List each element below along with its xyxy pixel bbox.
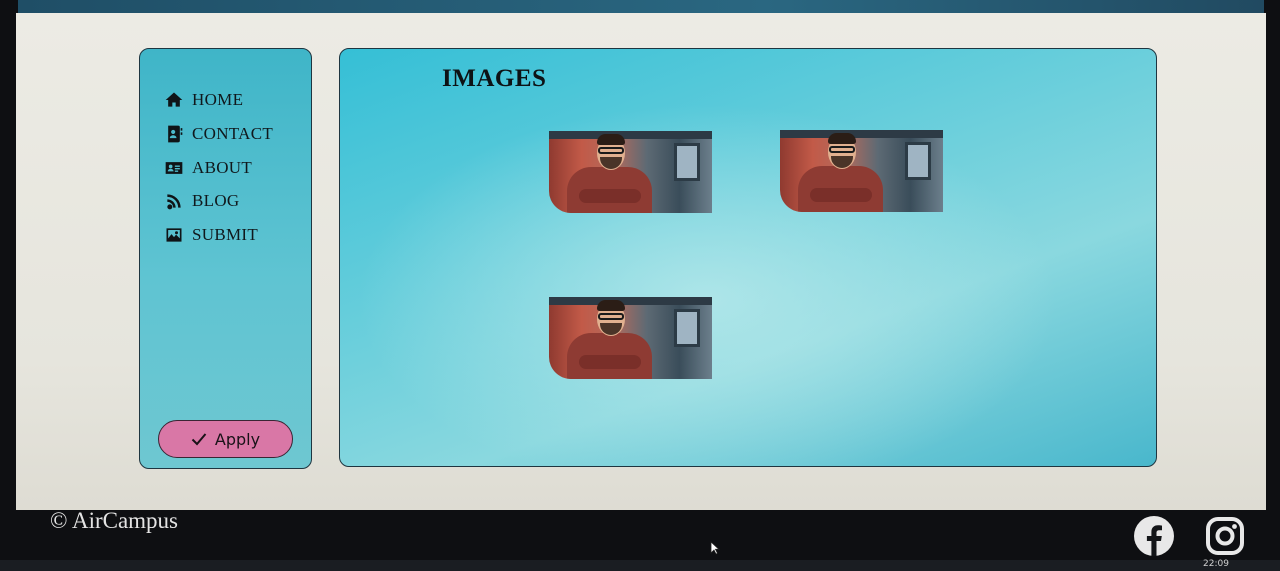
instagram-link[interactable] [1204, 515, 1246, 557]
apply-button[interactable]: Apply [158, 420, 293, 458]
nav-item-about[interactable]: ABOUT [164, 157, 252, 179]
image-icon [166, 228, 182, 242]
facebook-link[interactable] [1133, 515, 1175, 557]
mouse-cursor-icon [710, 541, 720, 555]
nav-item-label: ABOUT [192, 158, 253, 177]
os-taskbar [0, 560, 1280, 571]
gallery-image[interactable] [549, 131, 712, 213]
blog-icon [167, 194, 181, 210]
browser-top-bar [18, 0, 1264, 13]
nav-item-label: BLOG [192, 191, 240, 210]
gallery-image[interactable] [780, 130, 943, 212]
sidebar: HOME CONTACT ABOUT BLOG SUBMIT Apply [139, 48, 312, 469]
check-icon [191, 433, 207, 446]
nav-item-label: CONTACT [192, 124, 274, 143]
home-icon [165, 92, 183, 107]
taskbar-clock: 22:09 [1203, 559, 1229, 569]
id-card-icon [165, 162, 183, 174]
instagram-icon [1206, 517, 1244, 555]
nav-item-label: SUBMIT [192, 225, 259, 244]
nav-item-blog[interactable]: BLOG [164, 190, 239, 212]
contact-card-icon [168, 125, 183, 143]
copyright-text: © AirCampus [50, 508, 179, 533]
page-title: IMAGES [442, 65, 547, 92]
images-panel: IMAGES [339, 48, 1157, 467]
gallery-image[interactable] [549, 297, 712, 379]
facebook-icon [1134, 516, 1174, 556]
nav-item-contact[interactable]: CONTACT [164, 123, 273, 145]
nav-item-submit[interactable]: SUBMIT [164, 224, 258, 246]
nav-item-home[interactable]: HOME [164, 89, 243, 111]
nav-item-label: HOME [192, 90, 244, 109]
apply-button-label: Apply [214, 429, 261, 449]
